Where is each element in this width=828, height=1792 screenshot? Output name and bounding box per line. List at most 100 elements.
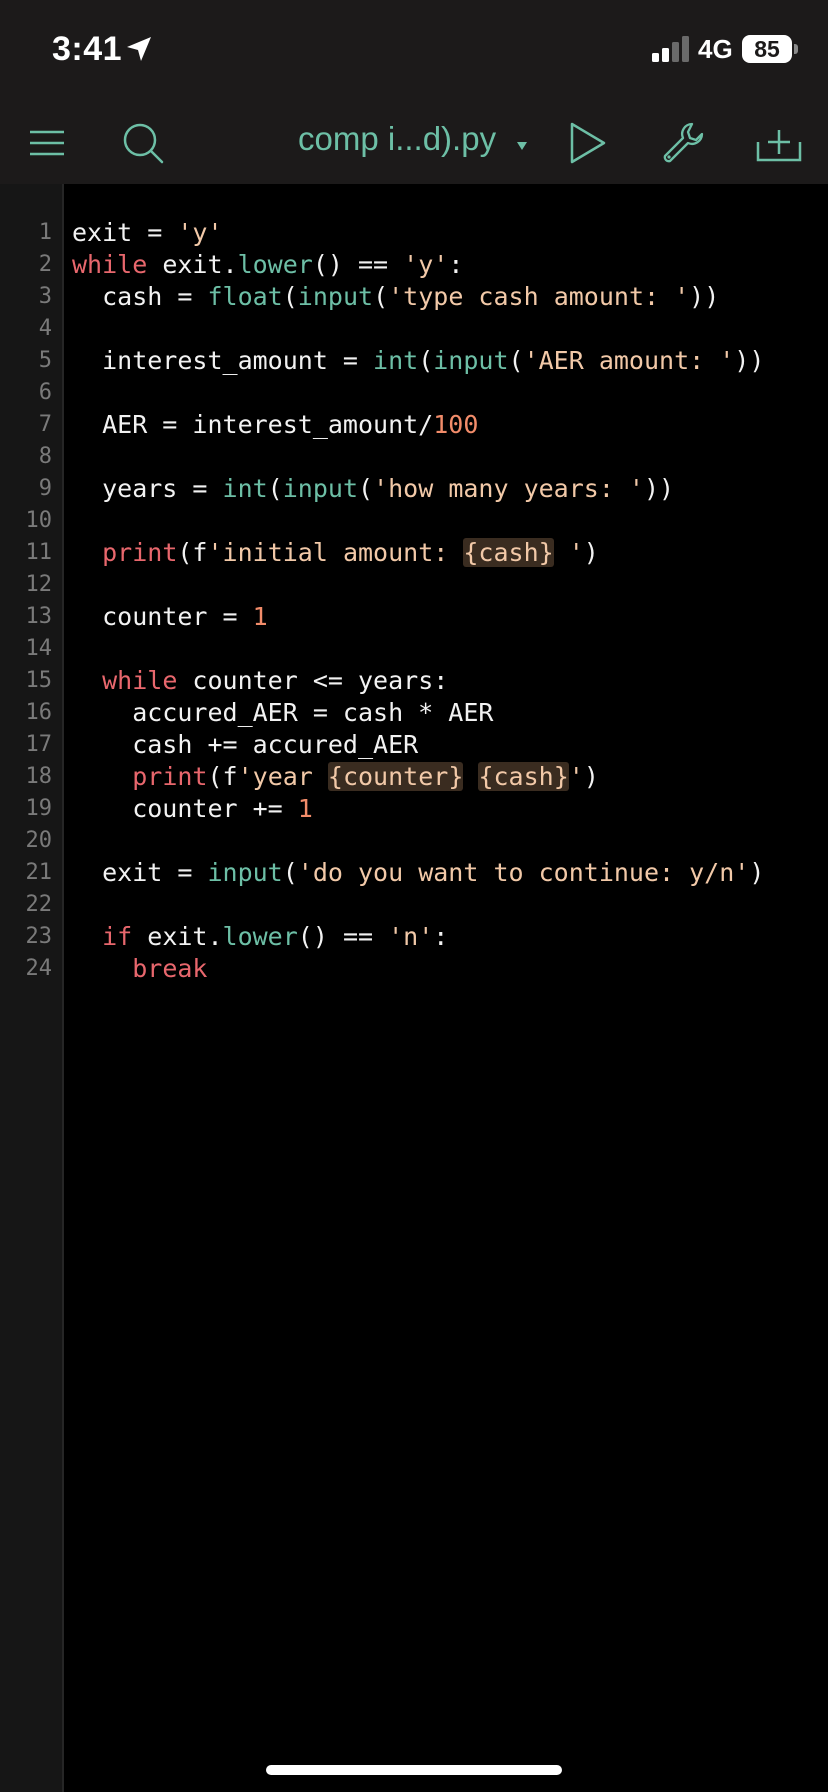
code-line[interactable]: 20 [0, 825, 828, 857]
menu-icon[interactable] [22, 118, 72, 168]
code-line[interactable]: 1 exit = 'y' [0, 217, 828, 249]
code-token: (f [207, 762, 238, 791]
code-line[interactable]: 13 counter = 1 [0, 601, 828, 633]
code-token: lower [222, 922, 298, 951]
code-line[interactable]: 17 cash += accured_AER [0, 729, 828, 761]
dropdown-caret-icon[interactable] [516, 138, 528, 150]
code-line[interactable]: 16 accured_AER = cash * AER [0, 697, 828, 729]
code-token: ( [282, 858, 298, 887]
code-line[interactable]: 11 print(f'initial amount: {cash} ') [0, 537, 828, 569]
new-file-icon[interactable] [754, 118, 804, 168]
code-token: 'n' [388, 922, 434, 951]
code-token: () == [297, 922, 389, 951]
line-number: 13 [25, 604, 53, 629]
code-line[interactable]: 21 exit = input('do you want to continue… [0, 857, 828, 889]
code-line[interactable]: 22 [0, 889, 828, 921]
code-line[interactable]: 19 counter += 1 [0, 793, 828, 825]
line-number: 2 [38, 252, 52, 277]
code-token: )) [734, 346, 765, 375]
code-token: input [282, 474, 358, 503]
code-token: 'initial amount: [207, 538, 464, 567]
line-number: 24 [25, 956, 53, 981]
code-token: input [207, 858, 283, 887]
code-token: ) [583, 538, 599, 567]
line-number: 1 [38, 220, 52, 245]
code-token: : [448, 250, 464, 279]
code-token: ( [267, 474, 283, 503]
code-line[interactable]: 12 [0, 569, 828, 601]
code-line[interactable]: 14 [0, 633, 828, 665]
wrench-icon[interactable] [658, 118, 708, 168]
code-area[interactable]: 1 exit = 'y' 2 while exit.lower() == 'y': 3 … [0, 217, 828, 985]
signal-bars-icon [652, 36, 690, 62]
code-token: (f [177, 538, 208, 567]
code-line[interactable]: 24 break [0, 953, 828, 985]
run-icon[interactable] [562, 118, 612, 168]
code-token: exit = [72, 858, 208, 887]
code-text: exit = 'y' [72, 217, 223, 249]
code-text: AER = interest_amount/100 [72, 409, 478, 441]
code-line[interactable]: 8 [0, 441, 828, 473]
code-text: interest_amount = int(input('AER amount:… [72, 345, 764, 377]
code-line[interactable]: 4 [0, 313, 828, 345]
code-line[interactable]: 23 if exit.lower() == 'n': [0, 921, 828, 953]
line-number: 23 [25, 924, 53, 949]
code-token: 'year [237, 762, 328, 791]
code-text: years = int(input('how many years: ')) [72, 473, 674, 505]
line-number: 7 [38, 412, 52, 437]
home-indicator[interactable] [266, 1765, 562, 1775]
code-line[interactable]: 15 while counter <= years: [0, 665, 828, 697]
code-token: ' [553, 538, 584, 567]
line-number: 17 [25, 732, 53, 757]
code-text: print(f'year {counter} {cash}') [72, 761, 599, 793]
code-line[interactable]: 2 while exit.lower() == 'y': [0, 249, 828, 281]
status-bar: 3:41 4G 85 [0, 0, 828, 100]
code-token: 'y' [403, 250, 449, 279]
location-arrow-icon [124, 34, 154, 64]
file-title[interactable]: comp i...d).py [298, 120, 496, 158]
code-line[interactable]: 7 AER = interest_amount/100 [0, 409, 828, 441]
code-line[interactable]: 6 [0, 377, 828, 409]
code-token: counter = [72, 602, 253, 631]
code-token: )) [689, 282, 720, 311]
code-text: while exit.lower() == 'y': [72, 249, 463, 281]
code-editor[interactable]: 1 exit = 'y' 2 while exit.lower() == 'y': 3 … [0, 184, 828, 1792]
code-token: lower [237, 250, 313, 279]
line-number: 3 [38, 284, 52, 309]
line-number: 20 [25, 828, 53, 853]
code-token: while [72, 250, 148, 279]
line-number: 18 [25, 764, 53, 789]
code-token: counter += [72, 794, 298, 823]
code-text: break [72, 953, 207, 985]
code-line[interactable]: 5 interest_amount = int(input('AER amoun… [0, 345, 828, 377]
code-token: print [102, 538, 178, 567]
code-line[interactable]: 3 cash = float(input('type cash amount: … [0, 281, 828, 313]
code-line[interactable]: 18 print(f'year {counter} {cash}') [0, 761, 828, 793]
code-token: 1 [252, 602, 268, 631]
code-token: int [222, 474, 268, 503]
line-number: 22 [25, 892, 53, 917]
code-token: {counter} [327, 762, 464, 791]
code-token: ( [358, 474, 374, 503]
line-number: 19 [25, 796, 53, 821]
code-token: cash = [72, 282, 208, 311]
code-token: ) [749, 858, 765, 887]
line-number: 10 [25, 508, 53, 533]
code-line[interactable]: 9 years = int(input('how many years: ')) [0, 473, 828, 505]
line-number: 14 [25, 636, 53, 661]
code-token: counter <= years: [177, 666, 449, 695]
code-token: {cash} [463, 538, 554, 567]
line-number: 6 [38, 380, 52, 405]
code-token: input [297, 282, 374, 311]
code-text: cash = float(input('type cash amount: ')… [72, 281, 719, 313]
code-token: if [102, 922, 133, 951]
code-line[interactable]: 10 [0, 505, 828, 537]
search-icon[interactable] [118, 118, 168, 168]
line-number: 5 [38, 348, 52, 373]
code-token: 'AER amount: ' [523, 346, 735, 375]
line-number: 21 [25, 860, 53, 885]
